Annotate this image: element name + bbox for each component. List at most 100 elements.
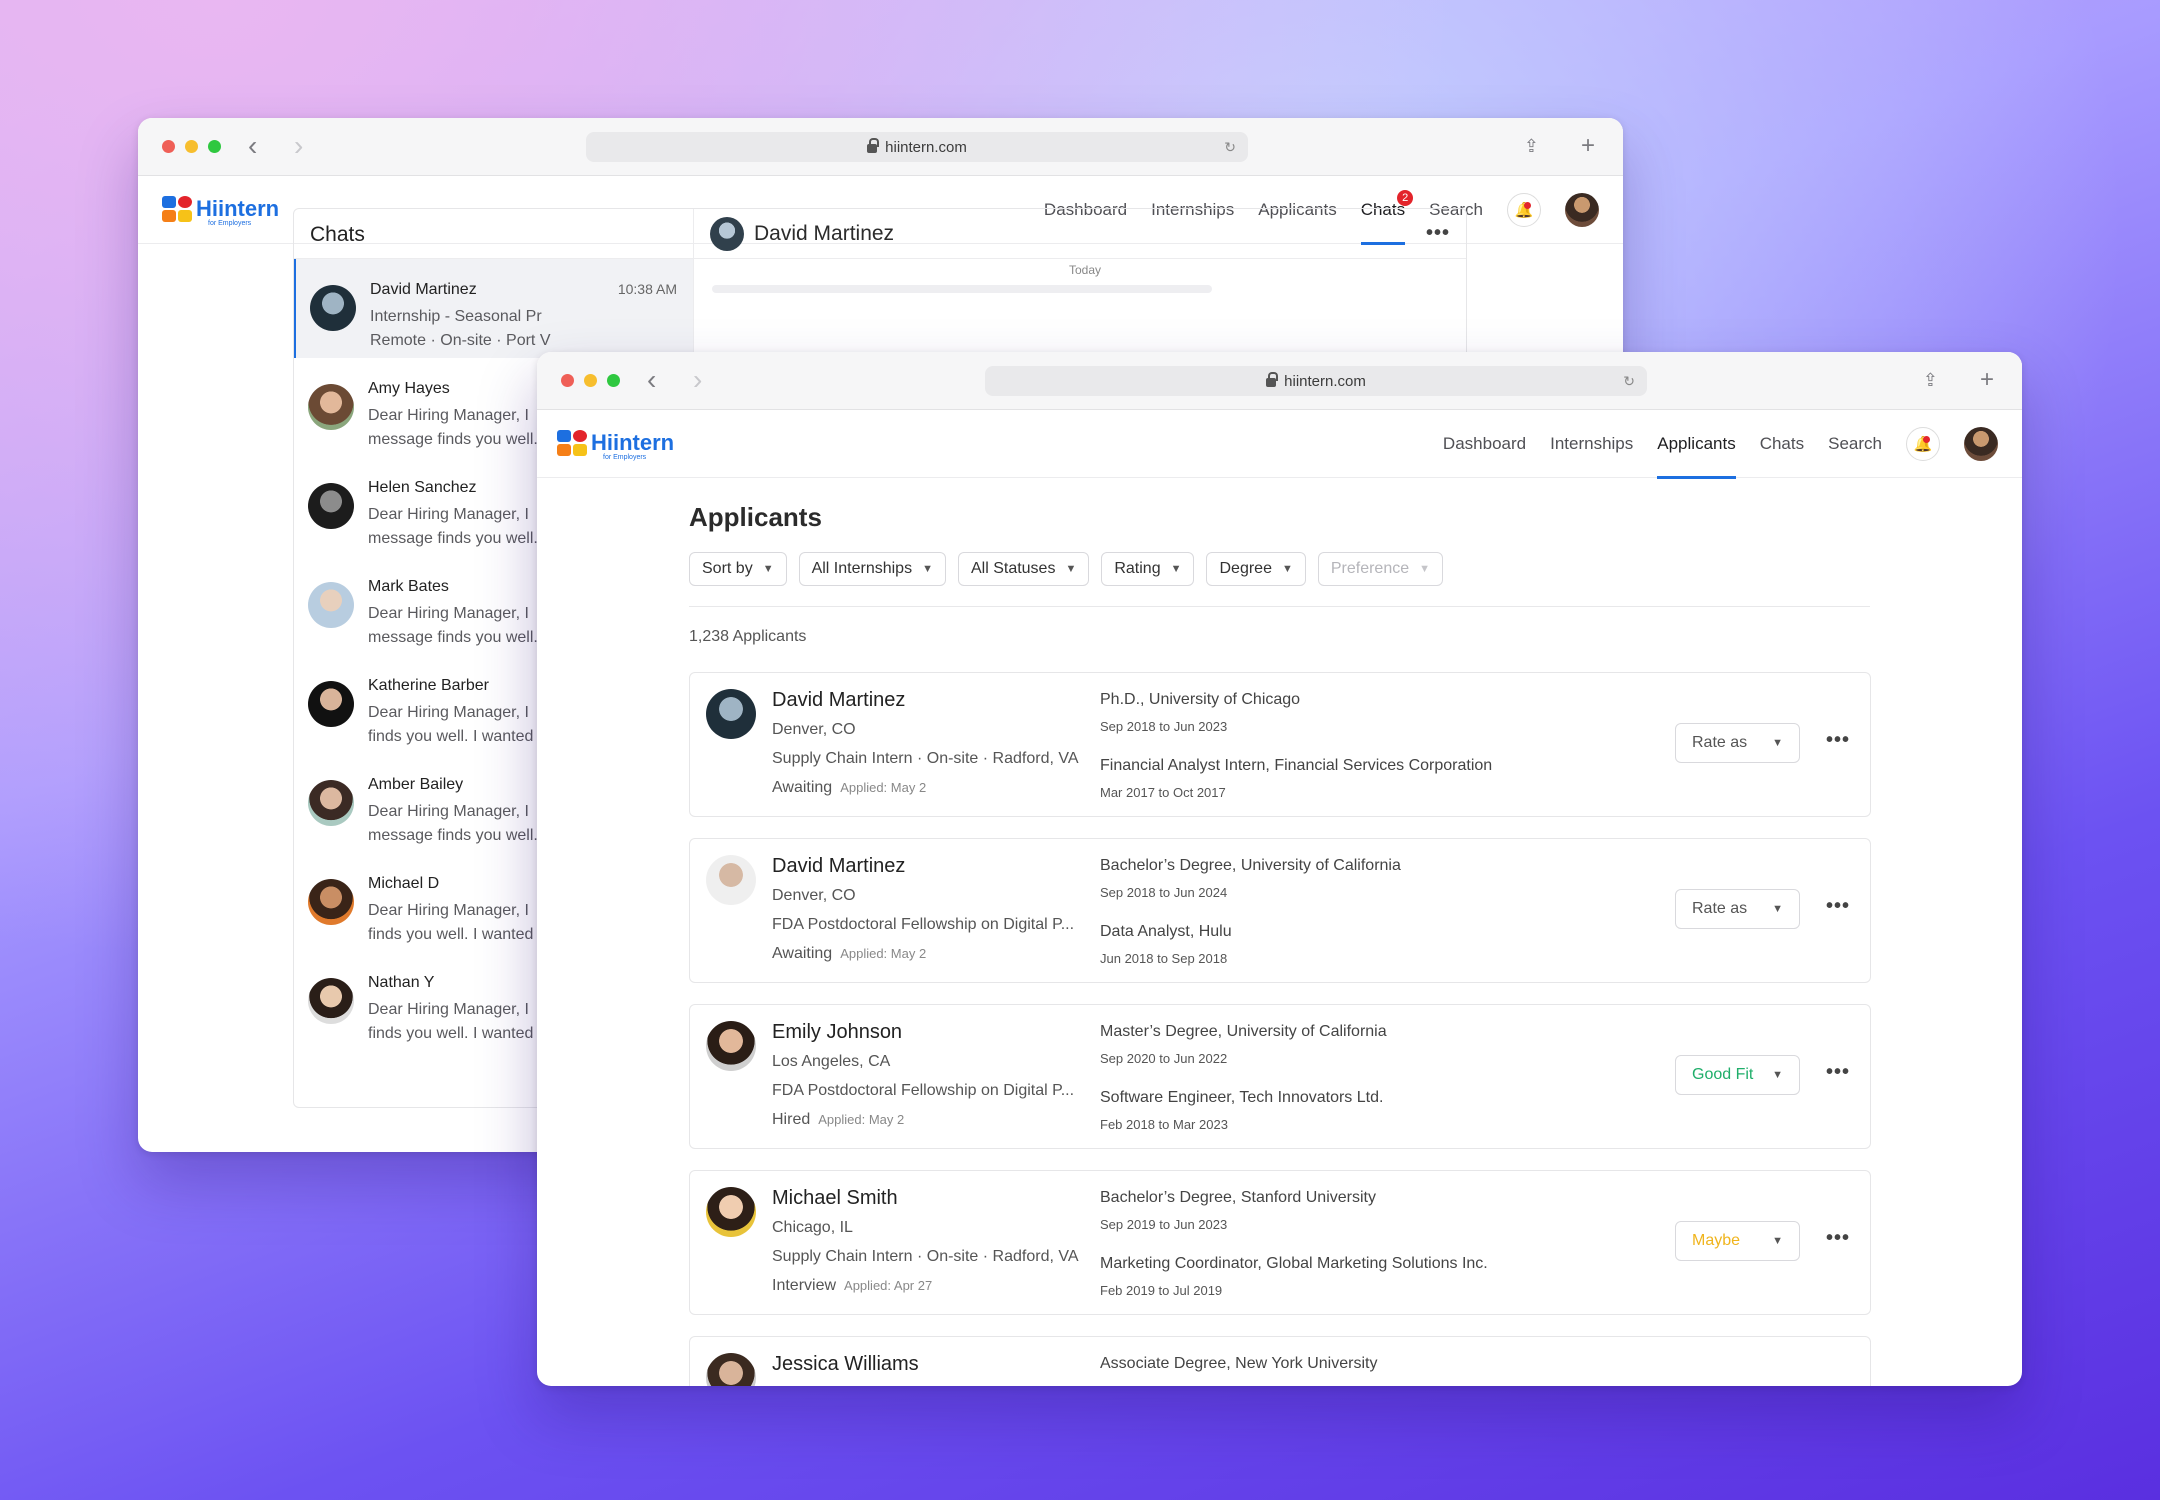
rating-label: Rate as	[1692, 734, 1748, 751]
applicant-name[interactable]: Jessica Williams	[772, 1353, 919, 1376]
user-avatar[interactable]	[1964, 427, 1998, 461]
chat-preview-line1: Dear Hiring Manager, I	[368, 803, 529, 820]
address-bar[interactable]: hiintern.com ↻	[985, 366, 1647, 396]
applicant-location: Los Angeles, CA	[772, 1053, 891, 1070]
nav-internships[interactable]: Internships	[1550, 410, 1633, 478]
applicant-card[interactable]: David Martinez Denver, CO FDA Postdoctor…	[689, 838, 1871, 983]
more-options-icon[interactable]: •••	[1826, 729, 1850, 752]
notification-dot	[1923, 436, 1930, 443]
zoom-window-button[interactable]	[208, 140, 221, 153]
close-window-button[interactable]	[162, 140, 175, 153]
preference-filter[interactable]: Preference ▼	[1317, 552, 1444, 586]
logo-tagline: for Employers	[603, 454, 647, 461]
rate-dropdown[interactable]: Rate as ▼	[1675, 723, 1800, 763]
applicant-name[interactable]: Emily Johnson	[772, 1021, 902, 1044]
avatar	[706, 1021, 756, 1071]
more-options-icon[interactable]: •••	[1826, 1061, 1850, 1084]
conversation-header: David Martinez •••	[694, 209, 1466, 259]
statuses-filter[interactable]: All Statuses ▼	[957, 552, 1090, 586]
logo-tagline: for Employers	[208, 220, 252, 227]
contact-avatar[interactable]	[710, 216, 744, 251]
applicant-status: Interview Applied: Apr 27	[772, 1277, 932, 1295]
avatar	[310, 285, 356, 331]
rate-dropdown[interactable]: Maybe ▼	[1675, 1221, 1800, 1261]
forward-arrow-icon[interactable]: ›	[294, 132, 303, 160]
experience-dates: Feb 2018 to Mar 2023	[1100, 1117, 1228, 1132]
chat-preview-line2: Remote · On-site · Port V	[370, 332, 551, 349]
applicant-name[interactable]: Michael Smith	[772, 1187, 898, 1210]
applicant-name[interactable]: David Martinez	[772, 855, 905, 878]
reload-icon[interactable]: ↻	[1623, 373, 1635, 390]
applicant-card[interactable]: Emily Johnson Los Angeles, CA FDA Postdo…	[689, 1004, 1871, 1149]
back-arrow-icon[interactable]: ‹	[647, 366, 656, 394]
education: Ph.D., University of Chicago	[1100, 691, 1301, 708]
avatar	[308, 483, 354, 529]
lock-icon	[1266, 371, 1279, 387]
chat-preview-line2: message finds you well.	[368, 629, 538, 646]
reload-icon[interactable]: ↻	[1224, 139, 1236, 156]
logo-wordmark: Hiintern	[196, 196, 280, 221]
share-icon[interactable]: ⇪	[1524, 136, 1539, 157]
window-controls	[162, 140, 221, 153]
hiintern-logo[interactable]: Hiintern for Employers	[557, 430, 674, 461]
nav-applicants[interactable]: Applicants	[1657, 410, 1737, 479]
user-avatar[interactable]	[1565, 193, 1599, 227]
applicant-status: Awaiting Applied: May 2	[772, 779, 926, 797]
conversation-more-icon[interactable]: •••	[1426, 222, 1450, 245]
nav-search[interactable]: Search	[1828, 410, 1882, 478]
nav-chats[interactable]: Chats	[1760, 410, 1804, 478]
avatar	[308, 681, 354, 727]
education: Bachelor’s Degree, Stanford University	[1100, 1189, 1376, 1206]
address-bar[interactable]: hiintern.com ↻	[586, 132, 1248, 162]
close-window-button[interactable]	[561, 374, 574, 387]
applicant-card[interactable]: Michael Smith Chicago, IL Supply Chain I…	[689, 1170, 1871, 1315]
applicant-name[interactable]: David Martinez	[772, 689, 905, 712]
sort-by-dropdown[interactable]: Sort by ▼	[689, 552, 787, 586]
notifications-button[interactable]: 🔔	[1507, 193, 1541, 227]
avatar	[706, 1353, 756, 1386]
internships-filter[interactable]: All Internships ▼	[798, 552, 946, 586]
chat-preview-line2: message finds you well.	[368, 530, 538, 547]
rating-label: Good Fit	[1692, 1066, 1754, 1083]
notifications-button[interactable]: 🔔	[1906, 427, 1940, 461]
rating-filter[interactable]: Rating ▼	[1101, 552, 1195, 586]
new-tab-icon[interactable]: +	[1581, 132, 1595, 160]
new-tab-icon[interactable]: +	[1980, 366, 1994, 394]
rate-dropdown[interactable]: Rate as ▼	[1675, 889, 1800, 929]
avatar	[308, 978, 354, 1024]
zoom-window-button[interactable]	[607, 374, 620, 387]
degree-filter[interactable]: Degree ▼	[1206, 552, 1306, 586]
main-menu: Dashboard Internships Applicants Chats S…	[1443, 410, 1998, 479]
forward-arrow-icon[interactable]: ›	[693, 366, 702, 394]
education-dates: Sep 2018 to Jun 2023	[1100, 719, 1228, 734]
logo-wordmark: Hiintern	[591, 430, 675, 455]
browser-chrome: ‹ › hiintern.com ↻ ⇪ +	[537, 352, 2022, 410]
education-dates: Sep 2020 to Jun 2022	[1100, 1051, 1228, 1066]
day-divider: Today	[1069, 263, 1102, 277]
experience: Financial Analyst Intern, Financial Serv…	[1100, 757, 1493, 774]
back-arrow-icon[interactable]: ‹	[248, 132, 257, 160]
rate-dropdown[interactable]: Good Fit ▼	[1675, 1055, 1800, 1095]
status-text: Awaiting	[772, 945, 833, 962]
chat-name: Amy Hayes	[368, 380, 450, 397]
window-controls	[561, 374, 620, 387]
nav-dashboard[interactable]: Dashboard	[1443, 410, 1526, 478]
applicant-card[interactable]: Jessica Williams Associate Degree, New Y…	[689, 1336, 1871, 1386]
education-dates: Sep 2018 to Jun 2024	[1100, 885, 1228, 900]
chat-item[interactable]: David Martinez Internship - Seasonal Pr …	[294, 259, 693, 358]
hiintern-logo[interactable]: Hiintern for Employers	[162, 196, 279, 227]
applied-date: Applied: May 2	[818, 1112, 905, 1127]
more-options-icon[interactable]: •••	[1826, 895, 1850, 918]
app-navbar: Hiintern for Employers Dashboard Interns…	[537, 410, 2022, 479]
browser-chrome: ‹ › hiintern.com ↻ ⇪ +	[138, 118, 1623, 176]
avatar	[308, 384, 354, 430]
minimize-window-button[interactable]	[185, 140, 198, 153]
minimize-window-button[interactable]	[584, 374, 597, 387]
share-icon[interactable]: ⇪	[1923, 370, 1938, 391]
chat-preview-line1: Dear Hiring Manager, I	[368, 1001, 529, 1018]
more-options-icon[interactable]: •••	[1826, 1227, 1850, 1250]
notification-dot	[1524, 202, 1531, 209]
applicant-card[interactable]: David Martinez Denver, CO Supply Chain I…	[689, 672, 1871, 817]
chat-preview-line2: finds you well. I wanted	[368, 926, 534, 943]
applied-internship: FDA Postdoctoral Fellowship on Digital P…	[772, 1082, 1075, 1099]
